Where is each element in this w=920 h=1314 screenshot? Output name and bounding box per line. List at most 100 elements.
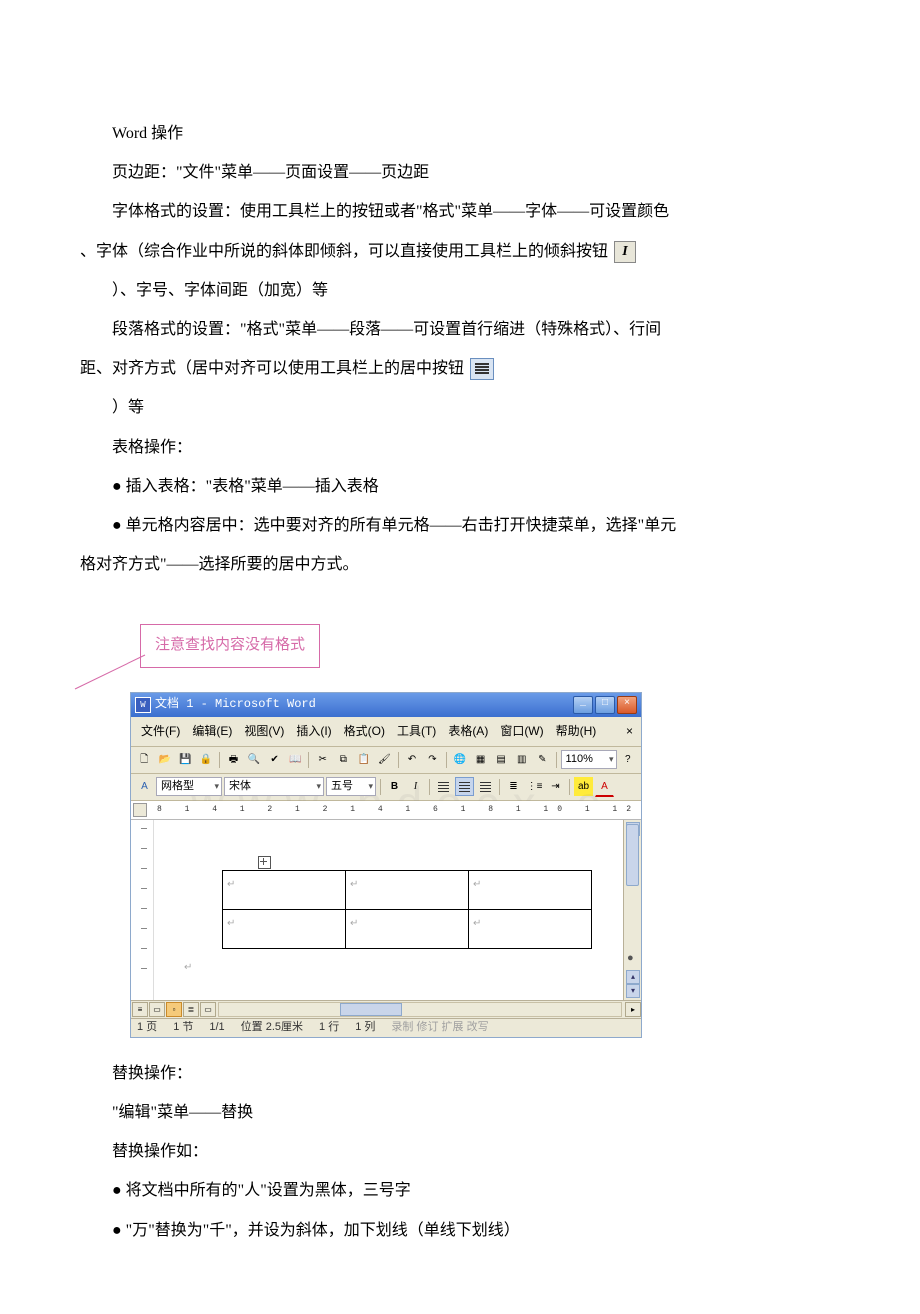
styles-icon[interactable]: A (135, 777, 154, 796)
menu-window[interactable]: 窗口(W) (494, 720, 549, 743)
close-button[interactable]: × (617, 696, 637, 714)
vertical-scrollbar[interactable]: ▴ ● ▴ ▾ (623, 820, 641, 1000)
menubar: 文件(F) 编辑(E) 视图(V) 插入(I) 格式(O) 工具(T) 表格(A… (131, 717, 641, 747)
permission-icon[interactable]: 🔒 (197, 750, 216, 769)
indent-button[interactable]: ⇥ (546, 777, 565, 796)
tables-borders-icon[interactable]: ▦ (471, 750, 490, 769)
columns-icon[interactable]: ▥ (512, 750, 531, 769)
save-icon[interactable]: 💾 (176, 750, 195, 769)
align-left-button[interactable] (434, 777, 453, 796)
ruler-ticks: 8 1 4 1 2 1 2 1 4 1 6 1 8 1 10 1 12 1 14… (153, 801, 619, 819)
paste-icon[interactable]: 📋 (355, 750, 374, 769)
formatting-toolbar: A 网格型 宋体 五号 B I ≣ ⋮≡ ⇥ ab A (131, 774, 641, 801)
para-paragraph-line2-text: 距、对齐方式（居中对齐可以使用工具栏上的居中按钮 (80, 360, 464, 377)
style-dropdown[interactable]: 网格型 (156, 777, 222, 796)
status-modes: 录制 修订 扩展 改写 (391, 1017, 488, 1038)
scroll-thumb[interactable] (626, 824, 639, 886)
menu-format[interactable]: 格式(O) (338, 720, 391, 743)
bullets-button[interactable]: ⋮≡ (525, 777, 544, 796)
hscroll-track[interactable] (218, 1002, 622, 1017)
menu-file[interactable]: 文件(F) (135, 720, 186, 743)
bullet-replace-2: ● "万"替换为"千"，并设为斜体，加下划线（单线下划线） (80, 1215, 840, 1246)
word-window: www.bdocx.c W 文档 1 - Microsoft Word _ □ … (130, 692, 642, 1038)
hscroll-thumb[interactable] (340, 1003, 402, 1016)
help-icon[interactable]: ? (619, 750, 638, 769)
para-replace-head: 替换操作： (80, 1058, 840, 1089)
drawing-icon[interactable]: ✎ (533, 750, 552, 769)
highlight-button[interactable]: ab (574, 777, 593, 796)
italic-button[interactable]: I (406, 777, 425, 796)
inserted-table[interactable]: ↵ ↵ ↵ ↵ ↵ ↵ (222, 870, 592, 949)
align-right-button[interactable] (476, 777, 495, 796)
doc-close-button[interactable]: × (622, 720, 637, 743)
undo-icon[interactable]: ↶ (403, 750, 422, 769)
word-app-icon: W (135, 697, 151, 713)
callout-box: 注意查找内容没有格式 (140, 624, 320, 667)
menu-insert[interactable]: 插入(I) (290, 720, 337, 743)
reading-view-button[interactable]: ▭ (200, 1002, 216, 1017)
para-replace-path: "编辑"菜单——替换 (80, 1097, 840, 1128)
menu-help[interactable]: 帮助(H) (550, 720, 603, 743)
spell-icon[interactable]: ✔ (265, 750, 284, 769)
menu-table[interactable]: 表格(A) (442, 720, 494, 743)
size-dropdown[interactable]: 五号 (326, 777, 376, 796)
outline-view-button[interactable]: ≣ (183, 1002, 199, 1017)
italic-icon (614, 241, 636, 263)
align-center-button[interactable] (455, 777, 474, 796)
hyperlink-icon[interactable]: 🌐 (451, 750, 470, 769)
titlebar: W 文档 1 - Microsoft Word _ □ × (131, 693, 641, 717)
document-area: ↵ ↵ ↵ ↵ ↵ ↵ ↵ ▴ ● ▴ ▾ (131, 820, 641, 1000)
status-column: 1 列 (355, 1017, 375, 1038)
print-view-button[interactable]: ▫ (166, 1002, 182, 1017)
window-title: 文档 1 - Microsoft Word (155, 693, 573, 716)
vertical-ruler[interactable] (131, 820, 154, 1000)
format-painter-icon[interactable]: 🖌 (375, 750, 394, 769)
print-icon[interactable]: 🖶 (224, 750, 243, 769)
tab-selector[interactable] (133, 803, 147, 817)
copy-icon[interactable]: ⧉ (334, 750, 353, 769)
table-row[interactable]: ↵ ↵ ↵ (223, 870, 592, 909)
next-page-button[interactable]: ▾ (626, 984, 640, 998)
cut-icon[interactable]: ✂ (313, 750, 332, 769)
new-icon[interactable]: 🗋 (135, 750, 154, 769)
bold-button[interactable]: B (385, 777, 404, 796)
bullet-cell-align-2: 格对齐方式"——选择所要的居中方式。 (80, 549, 840, 580)
menu-edit[interactable]: 编辑(E) (186, 720, 238, 743)
browse-object-button[interactable]: ● (627, 948, 634, 969)
status-page: 1 页 (137, 1017, 157, 1038)
font-color-button[interactable]: A (595, 777, 614, 797)
menu-view[interactable]: 视图(V) (238, 720, 290, 743)
document-canvas[interactable]: ↵ ↵ ↵ ↵ ↵ ↵ ↵ (154, 820, 623, 1000)
open-icon[interactable]: 📂 (156, 750, 175, 769)
numbering-button[interactable]: ≣ (504, 777, 523, 796)
zoom-dropdown[interactable]: 110% (561, 750, 617, 769)
status-section: 1 节 (173, 1017, 193, 1038)
horizontal-ruler[interactable]: 8 1 4 1 2 1 2 1 4 1 6 1 8 1 10 1 12 1 14… (131, 801, 641, 820)
menu-tools[interactable]: 工具(T) (391, 720, 442, 743)
normal-view-button[interactable]: ≡ (132, 1002, 148, 1017)
prev-page-button[interactable]: ▴ (626, 970, 640, 984)
preview-icon[interactable]: 🔍 (245, 750, 264, 769)
maximize-button[interactable]: □ (595, 696, 615, 714)
horizontal-scrollbar[interactable]: ≡ ▭ ▫ ≣ ▭ ▸ (131, 1000, 641, 1018)
para-font-line3: ）、字号、字体间距（加宽）等 (80, 275, 840, 306)
redo-icon[interactable]: ↷ (423, 750, 442, 769)
statusbar: 1 页 1 节 1/1 位置 2.5厘米 1 行 1 列 录制 修订 扩展 改写 (131, 1018, 641, 1037)
web-view-button[interactable]: ▭ (149, 1002, 165, 1017)
para-table-head: 表格操作： (80, 432, 840, 463)
font-dropdown[interactable]: 宋体 (224, 777, 324, 796)
table-move-handle[interactable] (258, 856, 271, 869)
table-row[interactable]: ↵ ↵ ↵ (223, 909, 592, 948)
para-margin: 页边距："文件"菜单——页面设置——页边距 (80, 157, 840, 188)
para-paragraph-line3: ）等 (80, 392, 840, 423)
hscroll-right-button[interactable]: ▸ (625, 1002, 641, 1017)
para-paragraph-line1: 段落格式的设置："格式"菜单——段落——可设置首行缩进（特殊格式）、行间 (80, 314, 840, 345)
para-font-line2-text: 、字体（综合作业中所说的斜体即倾斜，可以直接使用工具栏上的倾斜按钮 (80, 243, 608, 260)
insert-table-icon[interactable]: ▤ (492, 750, 511, 769)
para-font-line2: 、字体（综合作业中所说的斜体即倾斜，可以直接使用工具栏上的倾斜按钮 (80, 236, 840, 267)
para-replace-eg: 替换操作如： (80, 1136, 840, 1167)
research-icon[interactable]: 📖 (286, 750, 305, 769)
status-pages: 1/1 (209, 1017, 224, 1038)
status-position: 位置 2.5厘米 (241, 1017, 303, 1038)
minimize-button[interactable]: _ (573, 696, 593, 714)
